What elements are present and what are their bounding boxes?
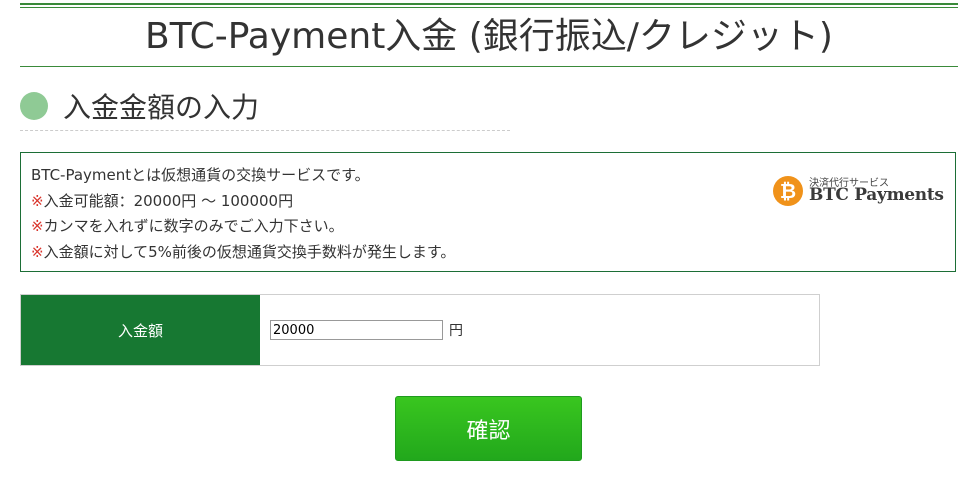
info-text: BTC-Paymentとは仮想通貨の交換サービスです。 ※入金可能額：20000… [31, 163, 455, 265]
section-divider [20, 130, 510, 131]
info-line-3: ※カンマを入れずに数字のみでご入力下さい。 [31, 214, 455, 240]
logo-name: BTC Payments [809, 185, 944, 205]
info-box: BTC-Paymentとは仮想通貨の交換サービスです。 ※入金可能額：20000… [20, 152, 956, 272]
top-rule-thin [20, 7, 958, 8]
info-line-1: BTC-Paymentとは仮想通貨の交換サービスです。 [31, 166, 370, 184]
amount-unit: 円 [449, 323, 463, 339]
title-divider [20, 66, 958, 67]
info-line-4: ※入金額に対して5%前後の仮想通貨交換手数料が発生します。 [31, 240, 455, 266]
amount-input[interactable] [270, 320, 443, 340]
section-heading: 入金金額の入力 [20, 84, 259, 128]
fee-notice-text: 入金額に対して5%前後の仮想通貨交換手数料が発生します。 [43, 242, 456, 261]
top-rule [20, 3, 958, 5]
page: BTC-Payment入金 (銀行振込/クレジット) 入金金額の入力 BTC-P… [0, 0, 962, 483]
section-heading-text: 入金金額の入力 [63, 91, 260, 124]
amount-form-row: 入金額 円 [20, 294, 820, 366]
input-rule-text: カンマを入れずに数字のみでご入力下さい。 [43, 217, 344, 235]
btc-payments-logo: ₿ 決済代行サービス BTC Payments [773, 171, 949, 211]
page-title: BTC-Payment入金 (銀行振込/クレジット) [145, 16, 833, 57]
note-mark: ※ [31, 191, 44, 210]
info-line-2: ※入金可能額：20000円 ～ 100000円 [31, 189, 455, 215]
amount-label: 入金額 [21, 295, 260, 365]
deposit-range-text: 入金可能額：20000円 ～ 100000円 [43, 191, 294, 210]
circle-bullet-icon [20, 92, 48, 120]
bitcoin-icon: ₿ [773, 176, 803, 206]
confirm-button[interactable]: 確認 [395, 396, 582, 461]
note-mark: ※ [31, 217, 44, 235]
note-mark: ※ [31, 242, 44, 261]
amount-value-cell: 円 [260, 295, 819, 365]
